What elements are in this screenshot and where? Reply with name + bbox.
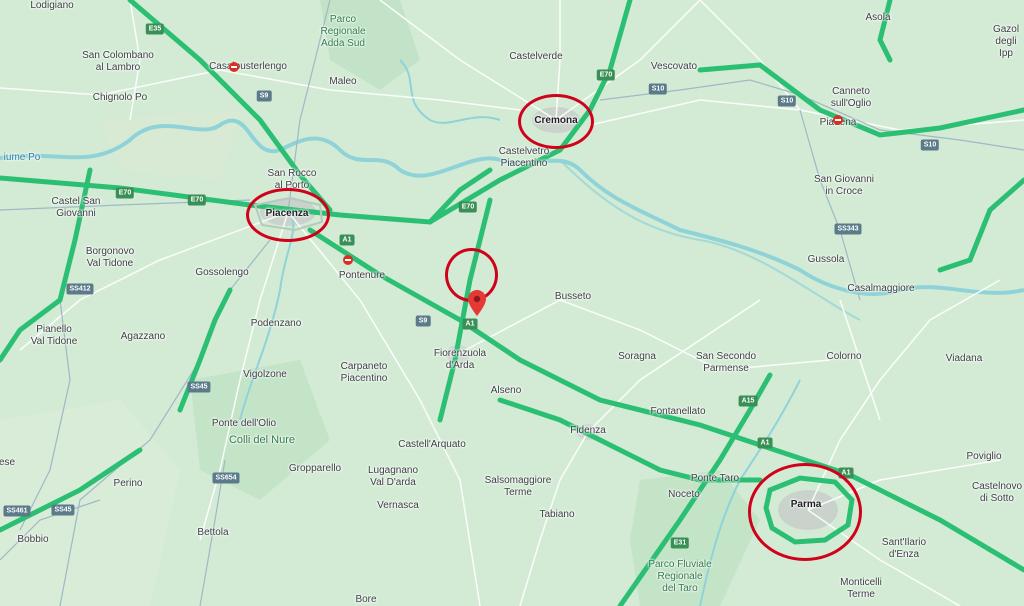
road-shield-a15: A15 — [738, 395, 758, 407]
town-label[interactable]: San Giovanni in Croce — [814, 174, 874, 198]
town-label[interactable]: Fidenza — [570, 425, 606, 437]
town-label[interactable]: Lugagnano Val D'arda — [368, 465, 418, 489]
town-label[interactable]: Maleo — [329, 76, 356, 88]
annotation-circle-cremona — [518, 94, 594, 149]
town-label[interactable]: Ponte dell'Olio — [212, 418, 276, 430]
town-label[interactable]: Monticelli Terme — [840, 577, 882, 601]
town-label[interactable]: Lodigiano — [30, 0, 73, 12]
town-label[interactable]: Gropparello — [289, 463, 341, 475]
town-label[interactable]: San Colombano al Lambro — [82, 50, 154, 74]
town-label[interactable]: Colorno — [826, 351, 861, 363]
town-label[interactable]: Vescovato — [651, 61, 697, 73]
town-label[interactable]: Chignolo Po — [93, 92, 147, 104]
town-label[interactable]: ese — [0, 457, 15, 469]
road-shield-e31: E31 — [670, 537, 690, 549]
river-label-po: iume Po — [3, 152, 41, 163]
road-shield-a1: A1 — [757, 437, 773, 449]
road-shield-s9: S9 — [256, 90, 272, 102]
road-closure-icon[interactable] — [343, 255, 353, 265]
town-label[interactable]: Sant'Ilario d'Enza — [882, 537, 926, 561]
town-label[interactable]: Bobbio — [17, 534, 48, 546]
road-shield-e70: E70 — [596, 69, 616, 81]
road-shield-a1: A1 — [462, 318, 478, 330]
town-label[interactable]: Vernasca — [377, 500, 419, 512]
town-label[interactable]: Castelvetro Piacentino — [499, 146, 550, 170]
town-label[interactable]: Perino — [114, 478, 143, 490]
town-label[interactable]: Busseto — [555, 291, 591, 303]
town-label[interactable]: Poviglio — [966, 451, 1001, 463]
town-label[interactable]: Agazzano — [121, 331, 165, 343]
town-label[interactable]: Pontenure — [339, 270, 385, 282]
town-label[interactable]: Bettola — [197, 527, 228, 539]
town-label[interactable]: Viadana — [946, 353, 983, 365]
road-shield-s9: S9 — [415, 315, 431, 327]
town-label[interactable]: Vigolzone — [243, 369, 287, 381]
road-shield-e70: E70 — [458, 201, 478, 213]
town-label[interactable]: Noceto — [668, 489, 700, 501]
road-shield-ss45: SS45 — [187, 381, 211, 393]
town-label[interactable]: Soragna — [618, 351, 656, 363]
park-label-fluviale-taro: Parco Fluviale Regionale del Taro — [648, 559, 712, 594]
town-label[interactable]: San Secondo Parmense — [696, 351, 756, 375]
annotation-circle-piacenza — [246, 188, 330, 242]
town-label[interactable]: Casalmaggiore — [847, 283, 914, 295]
park-label-adda-sud: Parco Regionale Adda Sud — [320, 14, 366, 49]
road-shield-ss654: SS654 — [212, 472, 240, 484]
annotation-circle-parma — [748, 463, 862, 561]
town-label[interactable]: Alseno — [491, 385, 522, 397]
road-shield-ss45: SS45 — [51, 504, 75, 516]
road-shield-s10: S10 — [648, 83, 668, 95]
town-label[interactable]: Asola — [865, 12, 890, 24]
road-shield-a1: A1 — [339, 234, 355, 246]
town-label[interactable]: Fiorenzuola d'Arda — [434, 348, 486, 372]
park-label-colli-nure: Colli del Nure — [228, 434, 296, 446]
road-shield-e70: E70 — [115, 187, 135, 199]
town-label[interactable]: Gazol degli Ipp — [993, 24, 1019, 60]
map-canvas[interactable]: Parco Regionale Adda Sud Colli del Nure … — [0, 0, 1024, 606]
town-label[interactable]: Castelverde — [509, 51, 562, 63]
road-shield-s10: S10 — [777, 95, 797, 107]
town-label[interactable]: Gussola — [808, 254, 845, 266]
town-label[interactable]: Castell'Arquato — [398, 439, 466, 451]
town-label[interactable]: Bore — [355, 594, 376, 606]
road-shield-e35: E35 — [145, 23, 165, 35]
town-label[interactable]: Castelnovo di Sotto — [972, 481, 1022, 505]
road-closure-icon[interactable] — [229, 62, 239, 72]
town-label[interactable]: Tabiano — [539, 509, 574, 521]
town-label[interactable]: Salsomaggiore Terme — [485, 475, 552, 499]
town-label[interactable]: Carpaneto Piacentino — [341, 361, 388, 385]
town-label[interactable]: Pianello Val Tidone — [31, 324, 78, 348]
road-shield-s10: S10 — [920, 139, 940, 151]
town-label[interactable]: Castel San Giovanni — [52, 196, 101, 220]
town-label[interactable]: Ponte Taro — [691, 473, 739, 485]
road-shield-ss461: SS461 — [3, 505, 31, 517]
town-label[interactable]: Canneto sull'Oglio — [831, 86, 871, 110]
town-label[interactable]: Borgonovo Val Tidone — [86, 246, 134, 270]
road-closure-icon[interactable] — [833, 115, 843, 125]
town-label[interactable]: Podenzano — [251, 318, 302, 330]
town-label[interactable]: Casalpusterlengo — [209, 61, 287, 73]
town-label[interactable]: Gossolengo — [195, 267, 248, 279]
road-shield-e70: E70 — [187, 194, 207, 206]
town-label[interactable]: Fontanellato — [650, 406, 705, 418]
road-shield-ss343: SS343 — [834, 223, 862, 235]
road-shield-ss412: SS412 — [66, 283, 94, 295]
